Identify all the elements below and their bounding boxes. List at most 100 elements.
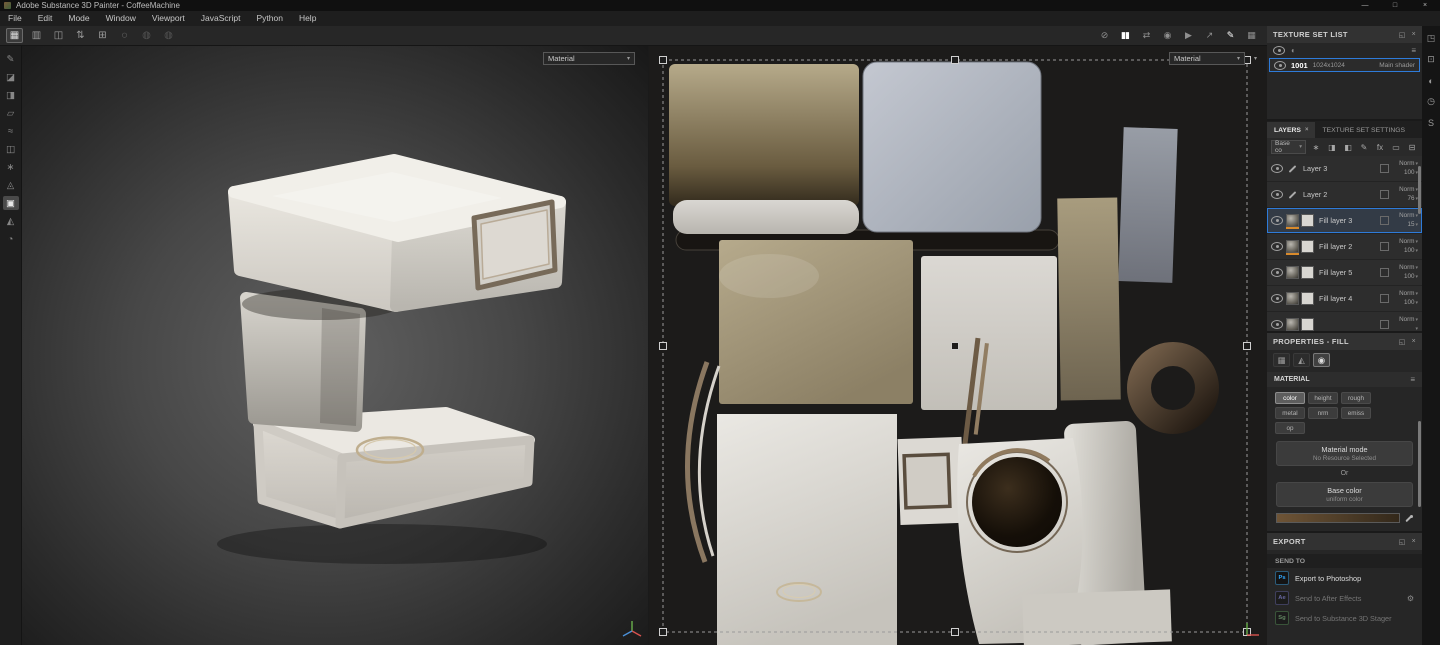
tool-icon[interactable]: ◪ xyxy=(3,70,19,84)
layer-row[interactable]: Fill layer 4 Norm 100 xyxy=(1267,286,1422,311)
viewport-control-icon[interactable]: ↗ xyxy=(1203,28,1215,43)
coffee-machine-3d-model[interactable] xyxy=(22,46,648,645)
viewport-3d[interactable]: Material xyxy=(22,46,648,645)
layers-toolbar-icon[interactable]: ⊟ xyxy=(1406,141,1418,153)
visibility-all-icon[interactable] xyxy=(1273,46,1285,55)
uv-island-white-big[interactable] xyxy=(717,414,897,645)
viewport-control-icon[interactable]: ✎ xyxy=(1224,28,1236,43)
layer-checkbox[interactable] xyxy=(1380,164,1389,173)
send-to-item[interactable]: Ae Send to After Effects ⚙ xyxy=(1267,588,1422,608)
tool-icon[interactable]: ◬ xyxy=(3,178,19,192)
toolbar-icon[interactable]: ⊞ xyxy=(94,28,111,43)
uv-island-gray-tall[interactable] xyxy=(1118,127,1178,283)
tool-icon[interactable]: ◫ xyxy=(3,142,19,156)
properties-scrollbar[interactable] xyxy=(1418,421,1421,507)
gear-icon[interactable]: ⚙ xyxy=(1407,594,1414,603)
fill-material-thumbnail[interactable] xyxy=(1286,240,1299,255)
channel-toggle[interactable]: metal xyxy=(1275,407,1305,419)
menu-item[interactable]: Help xyxy=(291,11,324,26)
uv-island-light-pill[interactable] xyxy=(673,200,859,234)
opacity-dropdown[interactable]: 100 xyxy=(1404,247,1418,254)
send-to-item[interactable]: Sg Send to Substance 3D Stager ⚙ xyxy=(1267,608,1422,628)
menu-item[interactable]: Edit xyxy=(30,11,61,26)
fill-mask-thumbnail[interactable] xyxy=(1301,292,1314,305)
tool-icon[interactable]: ∗ xyxy=(3,160,19,174)
uv-island-crescent-light[interactable] xyxy=(697,365,721,557)
uv-island-white-mid[interactable] xyxy=(921,256,1057,410)
layers-toolbar-icon[interactable]: ◨ xyxy=(1326,141,1338,153)
fill-mask-thumbnail[interactable] xyxy=(1301,266,1314,279)
fill-mask-thumbnail[interactable] xyxy=(1301,318,1314,331)
toolbar-icon[interactable]: ▦ xyxy=(6,28,23,43)
layer-row[interactable]: Fill layer 2 Norm 100 xyxy=(1267,234,1422,259)
layer-checkbox[interactable] xyxy=(1380,190,1389,199)
fill-material-thumbnail[interactable] xyxy=(1286,214,1299,229)
uv-island-blue-square[interactable] xyxy=(862,61,1042,233)
close-button[interactable]: × xyxy=(1410,0,1440,11)
layer-visibility-icon[interactable] xyxy=(1271,242,1283,251)
popout-icon[interactable]: ◱ xyxy=(1399,538,1406,546)
channel-toggle[interactable]: emiss xyxy=(1341,407,1371,419)
send-to-item[interactable]: Ps Export to Photoshop ⚙ xyxy=(1267,568,1422,588)
viewport-control-icon[interactable]: ◉ xyxy=(1161,28,1173,43)
layers-toolbar-icon[interactable]: ▭ xyxy=(1390,141,1402,153)
fill-material-thumbnail[interactable] xyxy=(1286,292,1299,305)
fill-material-thumbnail[interactable] xyxy=(1286,266,1299,279)
properties-tab-icon[interactable]: ◭ xyxy=(1293,353,1310,367)
layer-checkbox[interactable] xyxy=(1380,268,1389,277)
uv-island-khaki-panel[interactable] xyxy=(669,64,859,206)
viewport-control-icon[interactable]: ▦ xyxy=(1245,28,1257,43)
viewport-control-icon[interactable]: ▶ xyxy=(1182,28,1194,43)
toolbar-icon[interactable]: ⇅ xyxy=(72,28,89,43)
toolbar-icon[interactable]: ▥ xyxy=(28,28,45,43)
menu-item[interactable]: Mode xyxy=(60,11,97,26)
tool-icon[interactable]: ◨ xyxy=(3,88,19,102)
toolbar-icon[interactable]: ◌ xyxy=(116,28,133,43)
opacity-dropdown[interactable]: 100 xyxy=(1404,273,1418,280)
layers-toolbar-icon[interactable]: ✎ xyxy=(1358,141,1370,153)
layer-checkbox[interactable] xyxy=(1380,294,1389,303)
blend-mode-dropdown[interactable]: Norm xyxy=(1399,160,1418,167)
layer-row[interactable]: Norm xyxy=(1267,312,1422,331)
uv-island-donut-ring[interactable] xyxy=(1127,342,1219,434)
fill-mask-thumbnail[interactable] xyxy=(1301,214,1314,227)
fill-mask-thumbnail[interactable] xyxy=(1301,240,1314,253)
tab-layers[interactable]: LAYERS × xyxy=(1267,122,1316,138)
uv-layout-canvas[interactable] xyxy=(649,46,1267,645)
blend-mode-dropdown[interactable]: Norm xyxy=(1399,290,1418,297)
opacity-dropdown[interactable]: 76 xyxy=(1407,195,1418,202)
opacity-dropdown[interactable] xyxy=(1414,326,1418,332)
view-options-dropdown-2d[interactable] xyxy=(1249,53,1262,64)
blend-mode-dropdown[interactable]: Norm xyxy=(1399,238,1418,245)
toolbar-icon[interactable]: ◫ xyxy=(50,28,67,43)
texture-set-visibility-icon[interactable] xyxy=(1274,60,1286,70)
panel-menu-icon[interactable]: ≡ xyxy=(1411,46,1416,55)
blend-mode-dropdown[interactable]: Norm xyxy=(1399,212,1418,219)
eyedropper-icon[interactable] xyxy=(1404,514,1413,523)
section-menu-icon[interactable]: ≡ xyxy=(1410,375,1415,384)
layer-row[interactable]: Fill layer 3 Norm 15 xyxy=(1267,208,1422,233)
close-tab-icon[interactable]: × xyxy=(1305,127,1309,133)
layer-checkbox[interactable] xyxy=(1380,320,1389,329)
close-panel-icon[interactable]: × xyxy=(1412,31,1416,39)
blend-mode-dropdown[interactable]: Norm xyxy=(1399,316,1418,323)
tab-texture-set-settings[interactable]: TEXTURE SET SETTINGS xyxy=(1315,122,1412,138)
dock-icon[interactable]: ◷ xyxy=(1424,95,1438,108)
material-filter-icon[interactable]: ◐ xyxy=(1291,46,1296,55)
toolbar-icon[interactable]: ◍ xyxy=(138,28,155,43)
uv-island-crescent-dark[interactable] xyxy=(685,361,710,563)
dock-icon[interactable]: ⊡ xyxy=(1424,53,1438,66)
tool-icon[interactable]: ▣ xyxy=(2,196,19,210)
blend-mode-dropdown[interactable]: Norm xyxy=(1399,264,1418,271)
toolbar-icon[interactable]: ◍ xyxy=(160,28,177,43)
layer-visibility-icon[interactable] xyxy=(1271,190,1283,199)
layer-visibility-icon[interactable] xyxy=(1271,294,1283,303)
dock-icon[interactable]: ◳ xyxy=(1424,32,1438,45)
uv-island-bottom-rect[interactable] xyxy=(1022,589,1172,645)
minimize-button[interactable]: — xyxy=(1350,0,1380,11)
popout-icon[interactable]: ◱ xyxy=(1399,31,1406,39)
layers-scrollbar[interactable] xyxy=(1418,166,1421,214)
close-panel-icon[interactable]: × xyxy=(1412,538,1416,546)
properties-tab-icon[interactable]: ▦ xyxy=(1273,353,1290,367)
layer-visibility-icon[interactable] xyxy=(1271,164,1283,173)
